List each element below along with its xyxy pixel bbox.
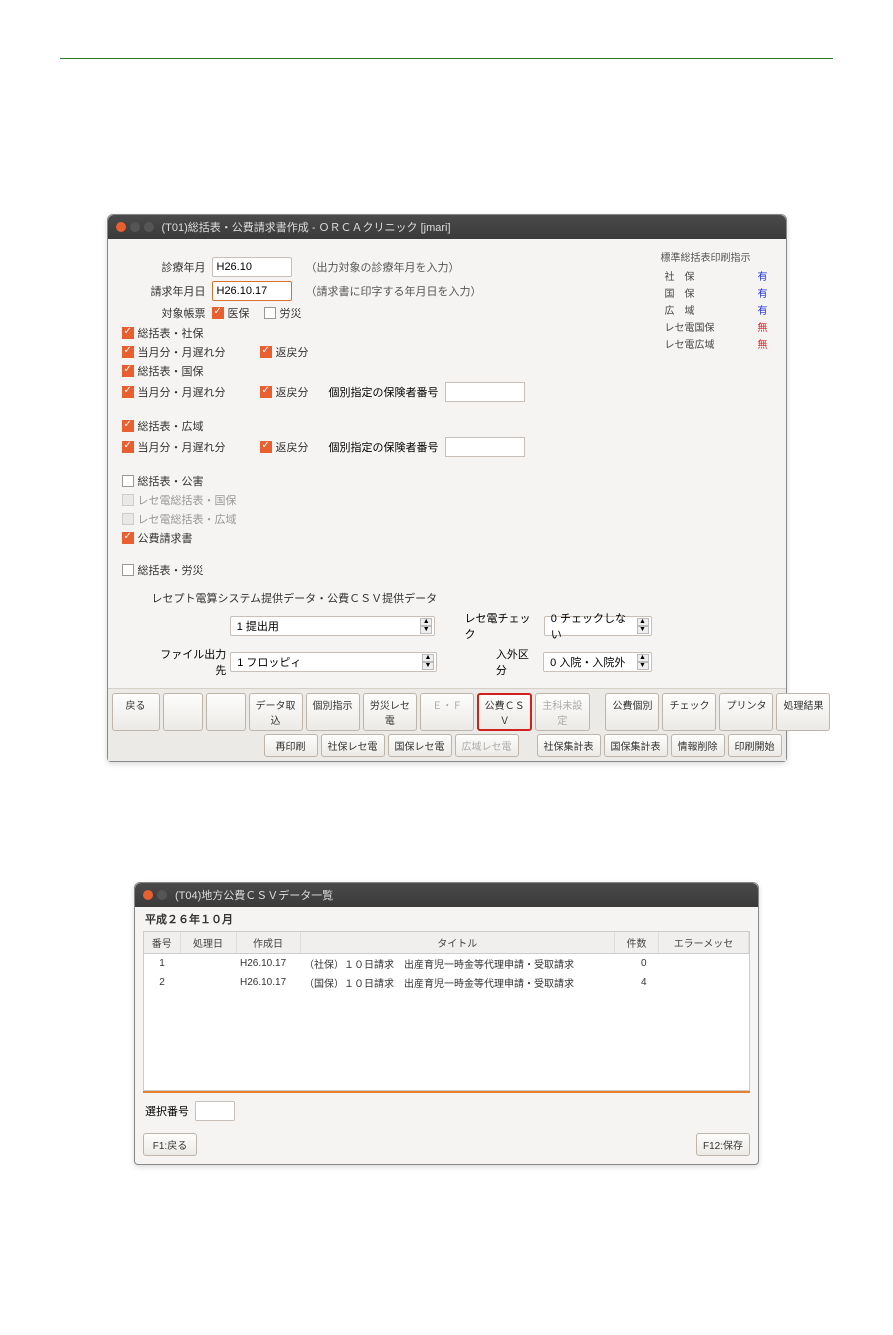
- col-create: 作成日: [236, 932, 300, 954]
- combo-rece-check[interactable]: 0 チェックしない ▲▼: [544, 616, 652, 636]
- kouhi-csv-button[interactable]: 公費ＣＳＶ: [477, 693, 532, 731]
- label-rece-section: レセプト電算システム提供データ・公費ＣＳＶ提供データ: [152, 590, 652, 606]
- combo-submit[interactable]: 1 提出用 ▲▼: [230, 616, 435, 636]
- col-shori: 処理日: [180, 932, 236, 954]
- window-t04: (T04)地方公費ＣＳＶデータ一覧 平成２６年１０月 番号 処理日 作成日 タイ…: [134, 882, 759, 1165]
- std-print-panel: 標準総括表印刷指示 社 保有 国 保有 広 域有 レセ電国保無 レセ電広域無: [652, 249, 772, 682]
- blank-button-2: [206, 693, 246, 731]
- hint-shinryo: （出力対象の診療年月を入力）: [306, 259, 460, 275]
- window-title: (T01)総括表・公費請求書作成 - ＯＲＣＡクリニック [jmari]: [162, 219, 451, 235]
- chevron-down-icon[interactable]: ▼: [420, 626, 432, 634]
- chevron-up-icon[interactable]: ▲: [637, 654, 649, 662]
- dataload-button[interactable]: データ取込: [249, 693, 303, 731]
- titlebar-t04: (T04)地方公費ＣＳＶデータ一覧: [135, 883, 758, 907]
- check-koiki-tougetsu[interactable]: 当月分・月遅れ分: [122, 439, 226, 455]
- check-kouhi-seikyu[interactable]: 公費請求書: [122, 530, 193, 546]
- check-rece-koiki: レセ電総括表・広域: [122, 511, 237, 527]
- check-rece-kokuho: レセ電総括表・国保: [122, 492, 237, 508]
- table-row[interactable]: 2 H26.10.17 （国保）１０日請求 出産育児一時金等代理申請・受取請求 …: [144, 973, 749, 992]
- chevron-up-icon[interactable]: ▲: [420, 618, 432, 626]
- window-close-icon[interactable]: [143, 890, 153, 900]
- col-title: タイトル: [300, 932, 615, 954]
- shori-button[interactable]: 処理結果: [776, 693, 830, 731]
- chevron-up-icon[interactable]: ▲: [637, 618, 649, 626]
- combo-file-out[interactable]: 1 フロッピィ ▲▼: [230, 652, 437, 672]
- sha-rece-button[interactable]: 社保レセ電: [321, 734, 385, 757]
- label-nyugai: 入外区分: [496, 646, 539, 678]
- reprint-button[interactable]: 再印刷: [264, 734, 318, 757]
- check-kokuho-henrei[interactable]: 返戻分: [260, 384, 309, 400]
- col-count: 件数: [615, 932, 659, 954]
- ef-button: Ｅ・Ｆ: [420, 693, 474, 731]
- chevron-down-icon[interactable]: ▼: [637, 626, 649, 634]
- check-rousai-sum[interactable]: 総括表・労災: [122, 562, 204, 578]
- window-t01: (T01)総括表・公費請求書作成 - ＯＲＣＡクリニック [jmari] 診療年…: [107, 214, 787, 762]
- check-kougai[interactable]: 総括表・公害: [122, 473, 204, 489]
- koku-sum-button[interactable]: 国保集計表: [604, 734, 668, 757]
- window-title-2: (T04)地方公費ＣＳＶデータ一覧: [175, 887, 333, 903]
- input-shinryo-ym[interactable]: [212, 257, 292, 277]
- label-kokuho-hokensha: 個別指定の保険者番号: [329, 384, 439, 400]
- f1-back-button[interactable]: F1:戻る: [143, 1133, 197, 1156]
- kobetsu-button[interactable]: 個別指示: [306, 693, 360, 731]
- check-koiki-henrei[interactable]: 返戻分: [260, 439, 309, 455]
- rousai-rece-button[interactable]: 労災レセ電: [363, 693, 418, 731]
- window-min-icon[interactable]: [157, 890, 167, 900]
- label-taisho: 対象帳票: [122, 305, 212, 321]
- chevron-up-icon[interactable]: ▲: [422, 654, 434, 662]
- hint-seikyu: （請求書に印字する年月日を入力）: [306, 283, 482, 299]
- label-file-out: ファイル出力先: [152, 646, 231, 678]
- check-kokuho-tougetsu[interactable]: 当月分・月遅れ分: [122, 384, 226, 400]
- chevron-down-icon[interactable]: ▼: [637, 662, 649, 670]
- window-close-icon[interactable]: [116, 222, 126, 232]
- input-koiki-hokensha[interactable]: [445, 437, 525, 457]
- mishu-button: 主科未設定: [535, 693, 590, 731]
- koku-rece-button[interactable]: 国保レセ電: [388, 734, 452, 757]
- chevron-down-icon[interactable]: ▼: [422, 662, 434, 670]
- std-panel-title: 標準総括表印刷指示: [661, 249, 772, 264]
- table-row[interactable]: 1 H26.10.17 （社保）１０日請求 出産育児一時金等代理申請・受取請求 …: [144, 954, 749, 974]
- sha-sum-button[interactable]: 社保集計表: [537, 734, 601, 757]
- info-del-button[interactable]: 情報削除: [671, 734, 725, 757]
- kouhi-kobetsu-button[interactable]: 公費個別: [605, 693, 659, 731]
- check-shaho-tougetsu[interactable]: 当月分・月遅れ分: [122, 344, 226, 360]
- page-separator: [60, 58, 833, 59]
- print-start-button[interactable]: 印刷開始: [728, 734, 782, 757]
- window-min-icon[interactable]: [130, 222, 140, 232]
- check-kokuho[interactable]: 総括表・国保: [122, 363, 204, 379]
- check-koiki[interactable]: 総括表・広域: [122, 418, 204, 434]
- check-rousai[interactable]: 労災: [264, 305, 302, 321]
- check-shaho[interactable]: 総括表・社保: [122, 325, 204, 341]
- label-koiki-hokensha: 個別指定の保険者番号: [329, 439, 439, 455]
- check-iho[interactable]: 医保: [212, 305, 250, 321]
- input-select-no[interactable]: [195, 1101, 235, 1121]
- combo-nyugai[interactable]: 0 入院・入院外 ▲▼: [543, 652, 651, 672]
- col-err: エラーメッセ: [659, 932, 749, 954]
- col-no: 番号: [144, 932, 180, 954]
- koiki-rece-button: 広域レセ電: [455, 734, 519, 757]
- printer-button[interactable]: プリンタ: [719, 693, 773, 731]
- label-shinryo-ym: 診療年月: [122, 259, 212, 275]
- label-select-no: 選択番号: [145, 1103, 189, 1119]
- input-seikyu-ymd[interactable]: [212, 281, 292, 301]
- titlebar-t01: (T01)総括表・公費請求書作成 - ＯＲＣＡクリニック [jmari]: [108, 215, 786, 239]
- label-seikyu-ymd: 請求年月日: [122, 283, 212, 299]
- blank-button-1: [163, 693, 203, 731]
- check-button[interactable]: チェック: [662, 693, 716, 731]
- period-header: 平成２６年１０月: [135, 907, 758, 931]
- back-button[interactable]: 戻る: [112, 693, 160, 731]
- window-max-icon[interactable]: [144, 222, 154, 232]
- check-shaho-henrei[interactable]: 返戻分: [260, 344, 309, 360]
- label-rece-check: レセ電チェック: [465, 610, 540, 642]
- f12-save-button[interactable]: F12:保存: [696, 1133, 750, 1156]
- csv-table: 番号 処理日 作成日 タイトル 件数 エラーメッセ 1 H26.10.17 （社…: [143, 931, 750, 1091]
- input-kokuho-hokensha[interactable]: [445, 382, 525, 402]
